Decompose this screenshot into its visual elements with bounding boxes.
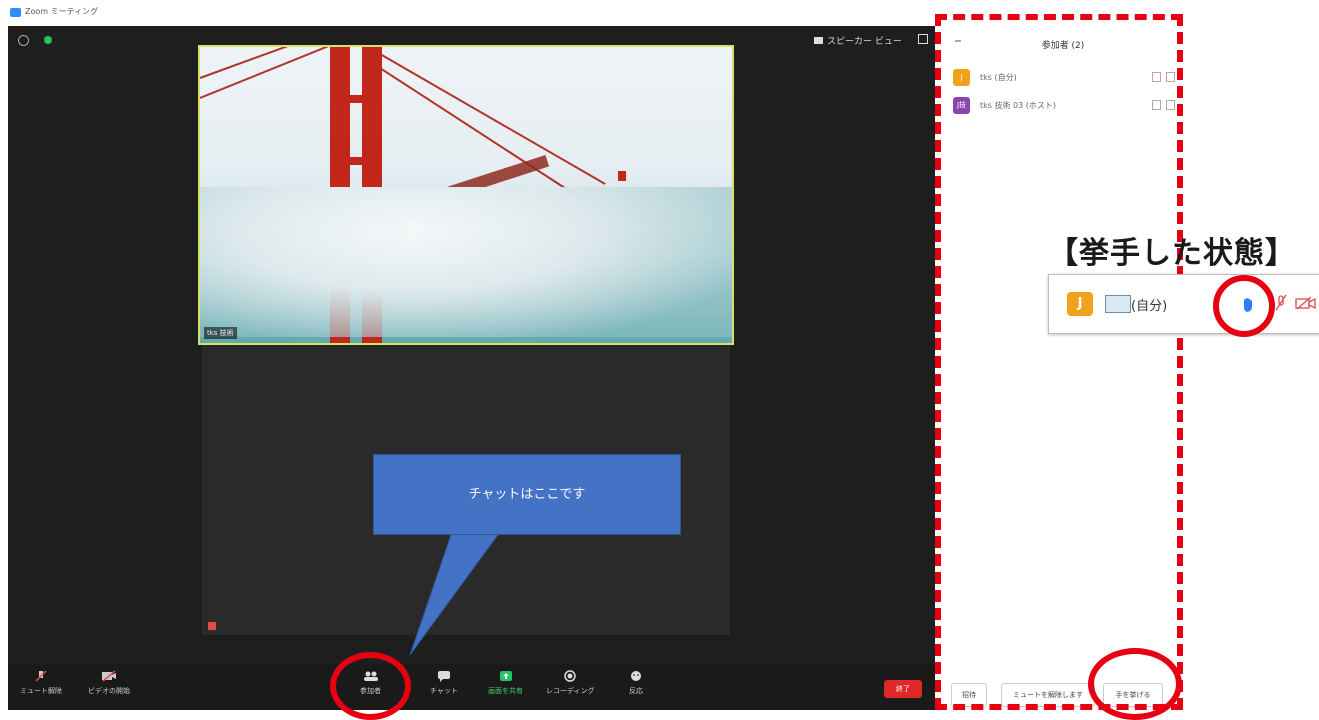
reactions-button[interactable]: 反応 xyxy=(628,670,644,696)
fog xyxy=(200,187,732,337)
participants-panel-highlight xyxy=(935,14,1183,710)
view-grid-icon xyxy=(814,37,823,44)
security-shield-icon[interactable] xyxy=(44,36,52,44)
participants-button-highlight-circle xyxy=(330,652,411,720)
distant-tower xyxy=(618,171,626,181)
callout-text: チャットはここです xyxy=(468,487,586,502)
video-off-icon xyxy=(102,670,116,682)
muted-mic-icon xyxy=(208,622,216,630)
raise-hand-button-highlight-circle xyxy=(1088,648,1182,720)
avatar: J xyxy=(1067,292,1093,316)
raised-hand-example-row: J (自分) xyxy=(1048,274,1319,334)
start-video-label: ビデオの開始 xyxy=(88,687,130,695)
chat-label: チャット xyxy=(430,687,458,695)
meeting-toolbar: ミュート解除 ビデオの開始 参加者 チャット 画面を共有 レコーディング 反応 … xyxy=(8,664,935,710)
raised-hand-highlight-circle xyxy=(1213,275,1275,337)
chat-button[interactable]: チャット xyxy=(430,670,458,696)
speaker-view-button[interactable]: スピーカー ビュー xyxy=(814,34,902,47)
name-placeholder-box xyxy=(1105,295,1131,313)
video-name-label: tks 技術 xyxy=(204,327,237,339)
unmute-button[interactable]: ミュート解除 xyxy=(20,670,62,696)
title-bar: Zoom ミーティング xyxy=(0,0,935,26)
info-icon[interactable] xyxy=(18,35,29,46)
start-video-button[interactable]: ビデオの開始 xyxy=(88,670,130,696)
speaker-view-label: スピーカー ビュー xyxy=(827,37,902,47)
reactions-label: 反応 xyxy=(629,687,643,695)
share-screen-label: 画面を共有 xyxy=(488,687,523,695)
mic-muted-icon xyxy=(35,670,47,682)
share-screen-icon xyxy=(499,671,512,681)
smiley-icon xyxy=(631,671,641,681)
share-screen-button[interactable]: 画面を共有 xyxy=(488,670,523,696)
window-title: Zoom ミーティング xyxy=(25,7,99,16)
end-meeting-button[interactable]: 終了 xyxy=(884,680,922,698)
unmute-label: ミュート解除 xyxy=(20,687,62,695)
zoom-app-icon xyxy=(10,8,21,17)
fullscreen-icon[interactable] xyxy=(918,34,928,44)
record-icon xyxy=(564,670,576,682)
bridge-tower-beam xyxy=(330,157,382,165)
bridge-tower-beam xyxy=(330,95,382,103)
chat-icon xyxy=(437,671,450,682)
mic-muted-icon xyxy=(1275,294,1287,311)
main-video-tile: tks 技術 xyxy=(198,45,734,345)
record-button[interactable]: レコーディング xyxy=(546,670,595,696)
chat-callout: チャットはここです xyxy=(373,454,681,535)
participant-self-label: (自分) xyxy=(1131,299,1168,314)
record-label: レコーディング xyxy=(546,687,595,695)
video-off-icon xyxy=(1295,296,1316,310)
raised-hand-heading: 【挙手した状態】 xyxy=(1048,236,1296,271)
